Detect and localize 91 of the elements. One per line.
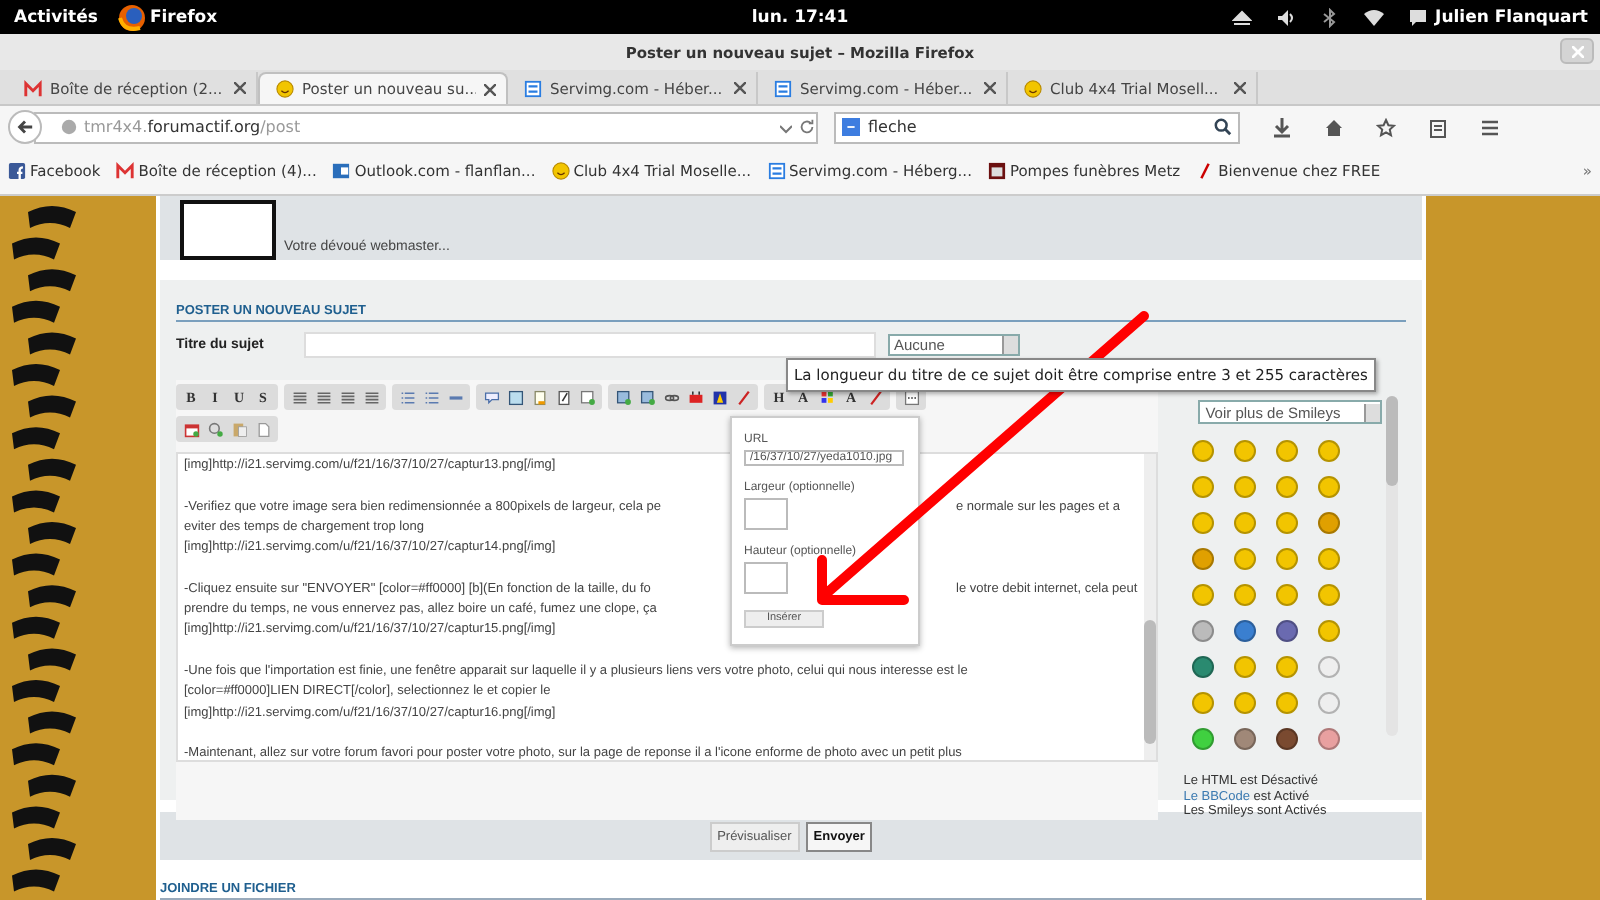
close-icon[interactable] xyxy=(1234,82,1246,94)
align-icon xyxy=(315,389,331,405)
home-icon[interactable] xyxy=(1324,117,1344,137)
smiley-icon[interactable] xyxy=(1191,656,1214,678)
calendar-icon xyxy=(183,421,199,437)
favicon-icon xyxy=(987,162,1006,180)
title-input-field[interactable] xyxy=(304,331,876,357)
height-input-field[interactable] xyxy=(744,561,788,594)
smiley-icon[interactable] xyxy=(1233,728,1256,750)
toolbar-button[interactable] xyxy=(180,418,202,440)
activities-button[interactable]: Activités xyxy=(14,7,98,27)
star-icon[interactable] xyxy=(1376,117,1396,137)
toolbar-button[interactable] xyxy=(204,418,226,440)
magnifier-icon xyxy=(207,421,223,437)
toolbar-button[interactable] xyxy=(360,386,382,408)
toolbar-button[interactable] xyxy=(288,386,310,408)
app-menu[interactable]: Firefox xyxy=(149,7,218,27)
favicon-icon xyxy=(1024,79,1042,97)
flash-icon xyxy=(711,389,727,405)
favicon-icon xyxy=(332,162,351,180)
toolbar-button[interactable] xyxy=(504,386,526,408)
favicon-icon xyxy=(551,162,570,180)
video-icon xyxy=(687,389,703,405)
favicon-icon xyxy=(116,162,135,180)
bluetooth-icon[interactable] xyxy=(1319,7,1340,27)
favicon-icon xyxy=(24,79,42,97)
page-icon xyxy=(255,421,271,437)
close-icon[interactable] xyxy=(484,83,496,95)
close-button[interactable] xyxy=(1560,38,1594,64)
menu-icon[interactable] xyxy=(1480,117,1500,137)
favicon-icon xyxy=(767,162,786,180)
favicon-icon xyxy=(276,80,294,98)
image-icon xyxy=(615,389,631,405)
edit-icon xyxy=(555,389,571,405)
wifi-icon[interactable] xyxy=(1363,7,1384,27)
search-field[interactable]: fleche xyxy=(834,111,1240,143)
back-button[interactable] xyxy=(8,110,42,144)
note-icon xyxy=(531,389,547,405)
address-field[interactable]: tmr4x4.forumactif.org/post xyxy=(34,111,818,143)
image-icon xyxy=(639,389,655,405)
toolbar-button[interactable] xyxy=(420,386,442,408)
chat-icon[interactable] xyxy=(1407,7,1428,27)
close-icon[interactable] xyxy=(984,82,996,94)
download-icon[interactable] xyxy=(1272,117,1292,137)
code-icon xyxy=(507,389,523,405)
pen-icon xyxy=(735,389,751,405)
user-menu[interactable]: Julien Flanquart xyxy=(1435,7,1588,27)
align-icon xyxy=(339,389,355,405)
favicon-icon xyxy=(8,162,26,180)
table-icon xyxy=(579,389,595,405)
dropdown-icon[interactable] xyxy=(780,121,792,133)
close-icon xyxy=(1571,45,1583,57)
list-icon xyxy=(423,389,439,405)
toolbar-button[interactable] xyxy=(396,386,418,408)
toolbar-button[interactable] xyxy=(864,386,886,408)
toolbar-button[interactable] xyxy=(612,386,634,408)
close-icon[interactable] xyxy=(234,82,246,94)
width-input-field[interactable] xyxy=(744,497,788,530)
clipboard-icon[interactable] xyxy=(1428,117,1448,137)
smiley-icon[interactable] xyxy=(1275,728,1298,750)
smiley-icon[interactable] xyxy=(1275,620,1298,642)
search-engine-icon xyxy=(842,118,860,136)
paste-icon xyxy=(231,421,247,437)
volume-icon[interactable] xyxy=(1275,7,1296,27)
toolbar-button[interactable] xyxy=(636,386,658,408)
toolbar-button[interactable] xyxy=(708,386,730,408)
toolbar-button[interactable] xyxy=(684,386,706,408)
clock[interactable]: lun. 17:41 xyxy=(751,7,849,27)
pen-icon xyxy=(867,389,883,405)
favicon-icon xyxy=(524,79,542,97)
firefox-logo-icon xyxy=(117,3,146,31)
toolbar-button[interactable] xyxy=(576,386,598,408)
search-icon[interactable] xyxy=(1214,118,1232,136)
scrollbar[interactable] xyxy=(1386,396,1398,736)
toolbar-button[interactable] xyxy=(312,386,334,408)
close-icon[interactable] xyxy=(734,82,746,94)
reload-icon[interactable] xyxy=(798,118,816,136)
eject-icon[interactable] xyxy=(1231,7,1252,27)
speech-bubble-icon xyxy=(483,389,499,405)
smiley-icon[interactable] xyxy=(1233,620,1256,642)
favicon-icon xyxy=(774,79,792,97)
toolbar-button[interactable] xyxy=(732,386,754,408)
link-icon xyxy=(663,389,679,405)
back-arrow-icon xyxy=(16,118,34,136)
favicon-icon xyxy=(1196,162,1215,180)
list-icon xyxy=(399,389,415,405)
scrollbar[interactable] xyxy=(1143,454,1156,760)
align-icon xyxy=(363,389,379,405)
toolbar-button[interactable] xyxy=(336,386,358,408)
align-icon xyxy=(291,389,307,405)
globe-icon xyxy=(60,118,78,136)
